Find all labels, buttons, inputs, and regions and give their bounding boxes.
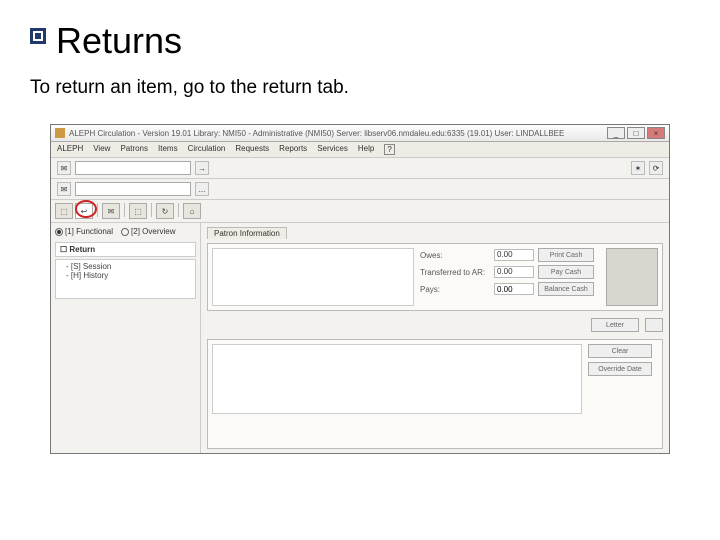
- menu-requests[interactable]: Requests: [235, 144, 269, 155]
- balance-cash-button[interactable]: Balance Cash: [538, 282, 594, 296]
- print-cash-button[interactable]: Print Cash: [538, 248, 594, 262]
- tab-5[interactable]: ↻: [156, 203, 174, 219]
- tab-separator-4: [178, 203, 179, 217]
- window-close-button[interactable]: ×: [647, 127, 665, 139]
- window-title: ALEPH Circulation - Version 19.01 Librar…: [69, 129, 607, 138]
- radio-overview[interactable]: [2] Overview: [121, 227, 175, 236]
- tab-3[interactable]: ✉: [102, 203, 120, 219]
- toolbar-field-1[interactable]: [75, 161, 191, 175]
- menu-help[interactable]: Help: [358, 144, 374, 155]
- menu-view[interactable]: View: [93, 144, 110, 155]
- slide-bullet: [30, 28, 46, 44]
- app-window: ALEPH Circulation - Version 19.01 Librar…: [50, 124, 670, 454]
- toolbar-arrow-icon[interactable]: →: [195, 161, 209, 175]
- pay-cash-button[interactable]: Pay Cash: [538, 265, 594, 279]
- radio-dot-icon: [55, 228, 63, 236]
- tab-1[interactable]: ⬚: [55, 203, 73, 219]
- tree-item-session[interactable]: - [S] Session: [66, 262, 191, 271]
- patron-info-textarea[interactable]: [212, 248, 414, 306]
- toolbar-icon-1[interactable]: ✉: [57, 161, 71, 175]
- menu-items[interactable]: Items: [158, 144, 178, 155]
- radio-dot-icon: [121, 228, 129, 236]
- clear-button[interactable]: Clear: [588, 344, 652, 358]
- transferred-value: 0.00: [494, 266, 534, 278]
- slide-subtitle: To return an item, go to the return tab.: [30, 77, 690, 99]
- mode-tabs: ⬚ ↩ ✉ ⬚ ↻ ⌂: [51, 200, 669, 223]
- return-items-list[interactable]: [212, 344, 582, 414]
- letter-button[interactable]: Letter: [591, 318, 639, 332]
- menu-patrons[interactable]: Patrons: [120, 144, 148, 155]
- tree-header-return[interactable]: ☐ Return: [55, 242, 196, 257]
- menu-help-icon[interactable]: ?: [384, 144, 394, 155]
- tab-6[interactable]: ⌂: [183, 203, 201, 219]
- menu-reports[interactable]: Reports: [279, 144, 307, 155]
- slide-title: Returns: [56, 20, 182, 62]
- menu-circulation[interactable]: Circulation: [188, 144, 226, 155]
- window-maximize-button[interactable]: □: [627, 127, 645, 139]
- tab-separator-2: [124, 203, 125, 217]
- return-items-panel: Clear Override Date: [207, 339, 663, 449]
- radio-overview-label: [2] Overview: [131, 227, 175, 236]
- patron-info-panel: Owes: 0.00 Print Cash Transferred to AR:…: [207, 243, 663, 311]
- toolbar-right-icon-1[interactable]: ✶: [631, 161, 645, 175]
- window-minimize-button[interactable]: _: [607, 127, 625, 139]
- toolbar-field-2[interactable]: [75, 182, 191, 196]
- toolbar-dots-button[interactable]: ...: [195, 182, 209, 196]
- toolbar-row-1: ✉ → ✶ ⟳: [51, 158, 669, 179]
- patron-photo-placeholder: [606, 248, 658, 306]
- tab-return[interactable]: ↩: [75, 203, 93, 219]
- override-date-button[interactable]: Override Date: [588, 362, 652, 376]
- letter-icon-button[interactable]: [645, 318, 663, 332]
- menubar: ALEPH View Patrons Items Circulation Req…: [51, 142, 669, 158]
- tree-item-history[interactable]: - [H] History: [66, 271, 191, 280]
- patron-info-tab[interactable]: Patron Information: [207, 227, 287, 239]
- window-titlebar[interactable]: ALEPH Circulation - Version 19.01 Librar…: [51, 125, 669, 142]
- menu-aleph[interactable]: ALEPH: [57, 144, 83, 155]
- app-icon: [55, 128, 65, 138]
- transferred-label: Transferred to AR:: [420, 268, 490, 277]
- tab-4[interactable]: ⬚: [129, 203, 147, 219]
- tab-separator-3: [151, 203, 152, 217]
- main-content: Patron Information Owes: 0.00 Print Cash…: [201, 223, 669, 453]
- nav-tree: - [S] Session - [H] History: [55, 259, 196, 299]
- toolbar-row-2: ✉ ...: [51, 179, 669, 200]
- owes-label: Owes:: [420, 251, 490, 260]
- left-sidebar: [1] Functional [2] Overview ☐ Return - […: [51, 223, 201, 453]
- toolbar-icon-2[interactable]: ✉: [57, 182, 71, 196]
- menu-services[interactable]: Services: [317, 144, 348, 155]
- radio-functional[interactable]: [1] Functional: [55, 227, 113, 236]
- radio-functional-label: [1] Functional: [65, 227, 113, 236]
- toolbar-right-icon-2[interactable]: ⟳: [649, 161, 663, 175]
- owes-value: 0.00: [494, 249, 534, 261]
- pays-input[interactable]: [494, 283, 534, 295]
- tab-separator-1: [97, 203, 98, 217]
- pays-label: Pays:: [420, 285, 490, 294]
